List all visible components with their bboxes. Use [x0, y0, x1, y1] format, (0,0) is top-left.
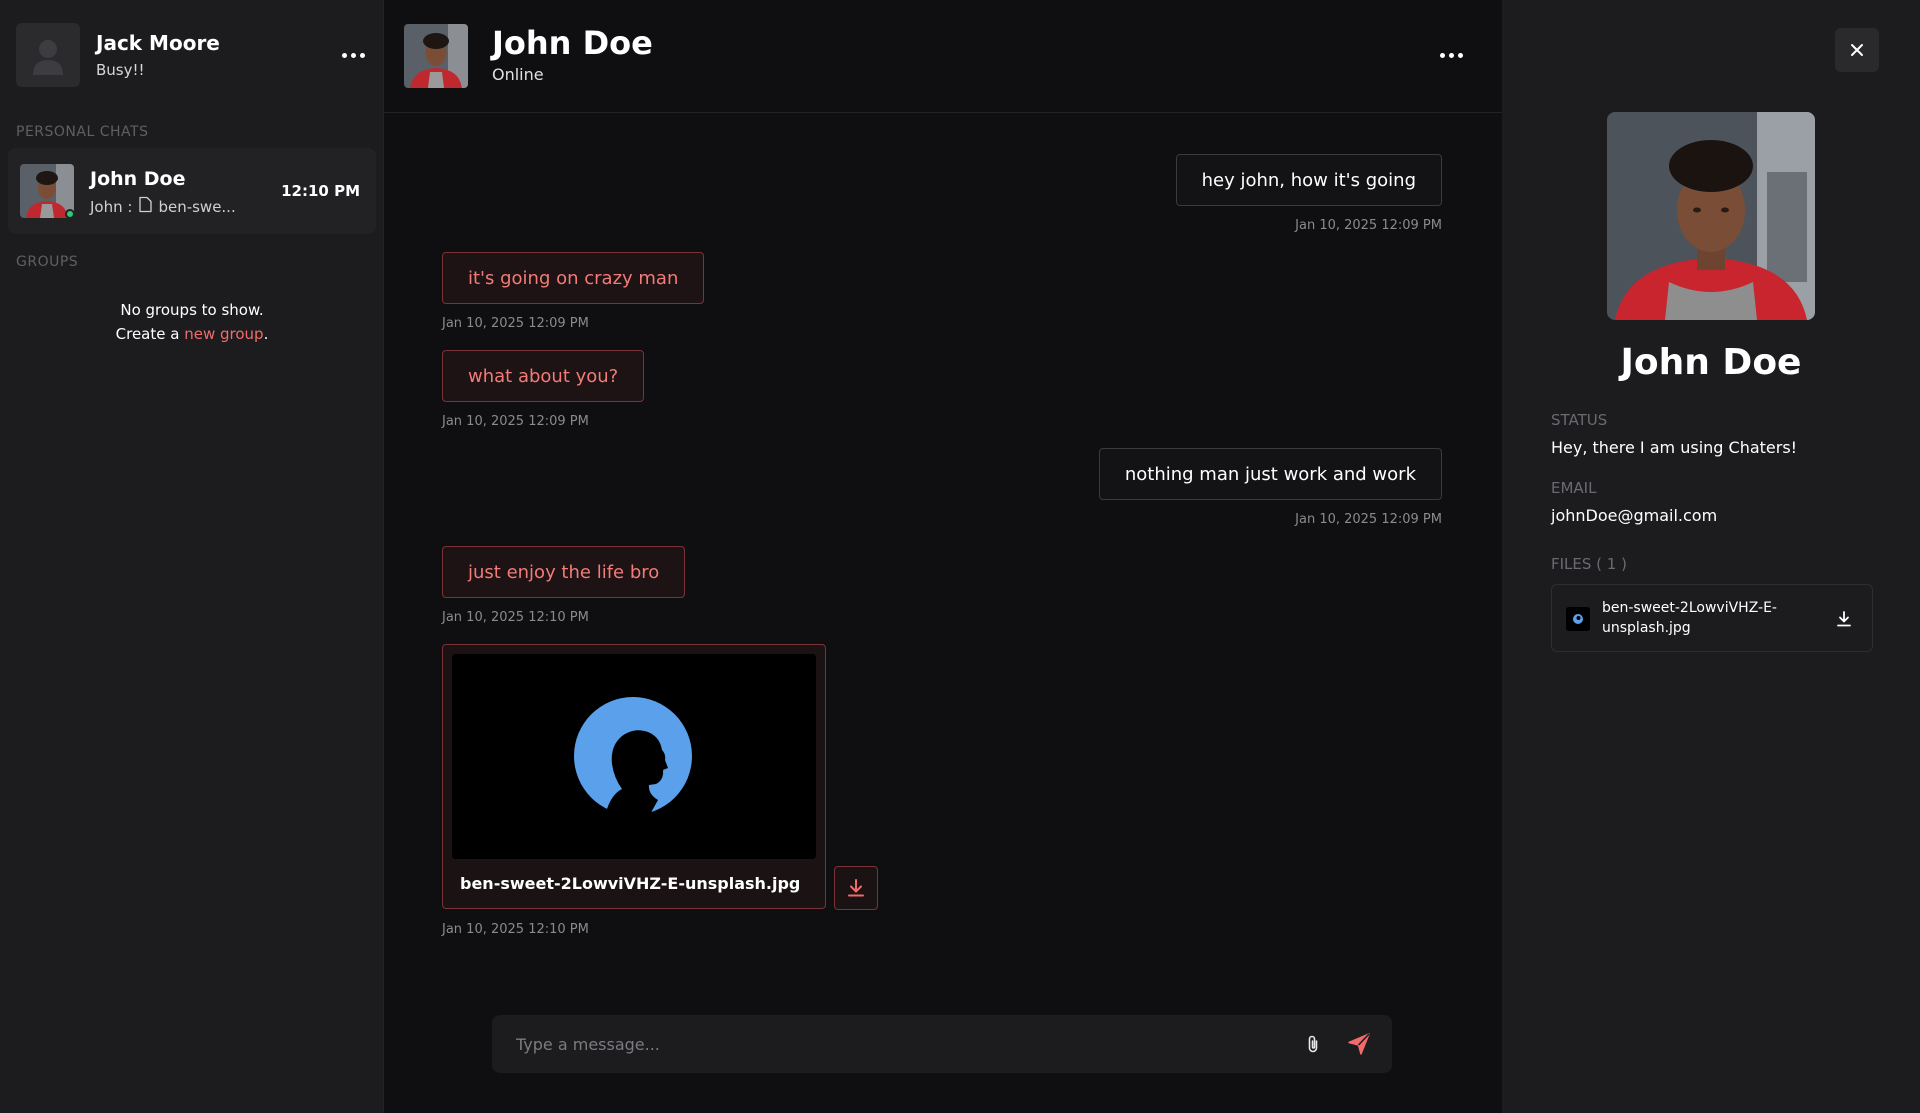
empty-groups-message: No groups to show. Create a new group. [0, 298, 384, 346]
files-label: FILES ( 1 ) [1551, 555, 1627, 573]
more-options-icon[interactable] [338, 45, 368, 65]
message-bubble-outgoing: nothing man just work and work [1098, 448, 1442, 500]
message-input[interactable] [516, 1029, 1276, 1059]
create-group-prefix: Create a [115, 325, 180, 343]
image-preview [452, 654, 816, 859]
current-user-status: Busy!! [96, 61, 145, 79]
chat-list-item[interactable]: John Doe John : ben-swe... 12:10 PM [8, 148, 376, 234]
message-timestamp: Jan 10, 2025 12:09 PM [1295, 512, 1442, 527]
file-icon [137, 196, 153, 217]
shared-file-item[interactable]: ben-sweet-2LowviVHZ-E-unsplash.jpg [1551, 584, 1873, 652]
message-timestamp: Jan 10, 2025 12:09 PM [442, 316, 589, 331]
message-bubble-incoming: just enjoy the life bro [442, 546, 686, 598]
online-indicator [65, 209, 75, 219]
chat-preview-text: ben-swe... [158, 197, 236, 216]
profile-name: John Doe [1620, 342, 1802, 383]
no-groups-text: No groups to show. [120, 301, 264, 319]
attach-icon[interactable] [1300, 1031, 1326, 1057]
personal-chats-label: PERSONAL CHATS [16, 124, 149, 140]
download-icon[interactable] [1832, 607, 1856, 631]
message-timestamp: Jan 10, 2025 12:09 PM [1295, 218, 1442, 233]
create-group-suffix: . [263, 325, 269, 343]
message-bubble-outgoing: hey john, how it's going [1175, 154, 1442, 206]
user-placeholder-icon[interactable] [16, 23, 80, 87]
chat-contact-status: Online [492, 65, 544, 84]
status-value: Hey, there I am using Chaters! [1551, 438, 1798, 457]
message-timestamp: Jan 10, 2025 12:10 PM [442, 610, 589, 625]
message-composer [492, 1015, 1392, 1073]
email-label: EMAIL [1551, 479, 1597, 497]
file-thumbnail [1566, 607, 1590, 631]
groups-label: GROUPS [16, 254, 79, 270]
avatar[interactable] [404, 24, 468, 88]
chat-time: 12:10 PM [281, 182, 360, 200]
message-timestamp: Jan 10, 2025 12:10 PM [442, 922, 589, 937]
email-value: johnDoe@gmail.com [1551, 506, 1718, 525]
status-label: STATUS [1551, 411, 1608, 429]
message-bubble-incoming: it's going on crazy man [442, 252, 705, 304]
send-icon[interactable] [1344, 1029, 1374, 1059]
shared-file-name: ben-sweet-2LowviVHZ-E-unsplash.jpg [1602, 600, 1777, 636]
message-bubble-incoming: what about you? [442, 350, 645, 402]
file-message[interactable]: ben-sweet-2LowviVHZ-E-unsplash.jpg [442, 644, 826, 909]
chat-preview: John : ben-swe... [90, 196, 236, 217]
new-group-link[interactable]: new group [184, 325, 263, 343]
file-name: ben-sweet-2LowviVHZ-E-unsplash.jpg [460, 874, 801, 893]
chat-header: John Doe Online [384, 0, 1502, 113]
chat-contact-name: John Doe [90, 168, 186, 190]
message-timestamp: Jan 10, 2025 12:09 PM [442, 414, 589, 429]
current-user-name: Jack Moore [96, 31, 220, 55]
contact-profile-panel: John Doe STATUS Hey, there I am using Ch… [1502, 0, 1920, 1113]
current-user-header: Jack Moore Busy!! [16, 23, 368, 89]
chat-preview-sender: John : [90, 197, 133, 216]
close-icon[interactable] [1835, 28, 1879, 72]
more-options-icon[interactable] [1434, 45, 1468, 65]
download-icon[interactable] [834, 866, 878, 910]
sidebar: Jack Moore Busy!! PERSONAL CHATS John Do… [0, 0, 384, 1113]
chat-contact-name: John Doe [492, 24, 653, 62]
profile-photo [1607, 112, 1815, 320]
chat-window: John Doe Online hey john, how it's going… [384, 0, 1502, 1113]
